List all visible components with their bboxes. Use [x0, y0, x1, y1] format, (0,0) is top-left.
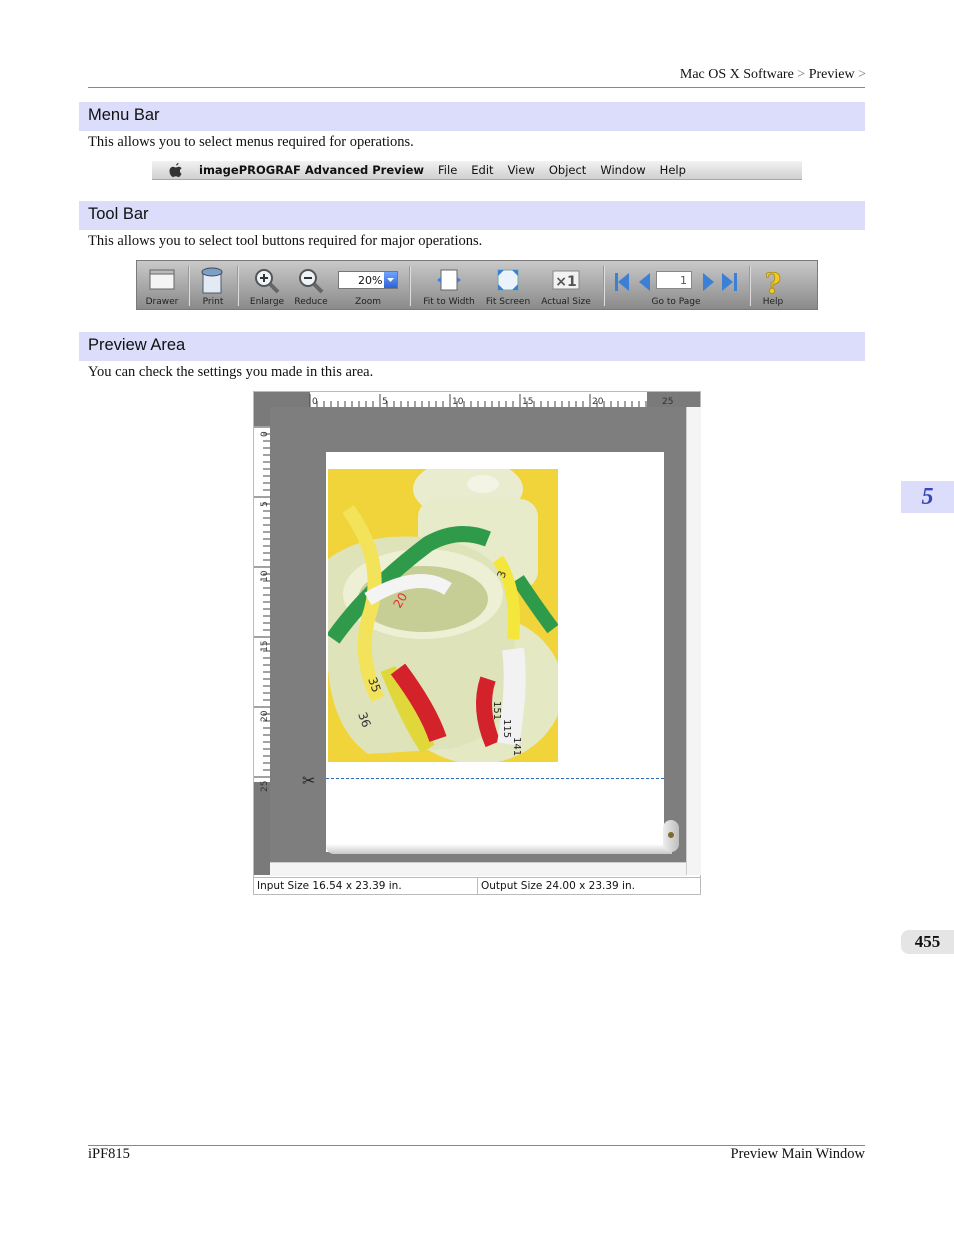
- section-description: This allows you to select tool buttons r…: [88, 233, 483, 249]
- breadcrumb-item: Preview: [808, 67, 855, 82]
- section-description: This allows you to select menus required…: [88, 134, 414, 150]
- fit-screen-button[interactable]: Fit Screen: [481, 261, 535, 309]
- reduce-label: Reduce: [294, 297, 328, 307]
- print-button[interactable]: Print: [193, 261, 233, 309]
- reduce-button[interactable]: Reduce: [289, 261, 333, 309]
- ruler-label: 0: [260, 431, 270, 437]
- ruler-ticks-h: 0 5 10 15 20 25: [309, 394, 673, 407]
- zoom-out-icon: [299, 269, 324, 294]
- fit-screen-icon: [497, 269, 519, 291]
- ruler-label: 25: [662, 397, 673, 407]
- menu-object[interactable]: Object: [549, 163, 586, 177]
- zoom-in-icon: [255, 269, 280, 294]
- ruler-label: 10: [260, 570, 270, 582]
- section-heading-menu-bar: Menu Bar: [79, 102, 865, 131]
- breadcrumb: Mac OS X Software > Preview >: [680, 67, 866, 83]
- enlarge-label: Enlarge: [249, 297, 285, 307]
- ruler-label: 20: [592, 397, 604, 407]
- tape-number: 141: [511, 737, 522, 756]
- menu-bar: imagePROGRAF Advanced Preview File Edit …: [152, 161, 802, 180]
- preview-window: 0 5 10 15 20 25 0 5 10 15 20 25 ✂ 20 35 …: [253, 391, 701, 895]
- actual-size-glyph: ×1: [555, 274, 576, 290]
- horizontal-ruler: 0 5 10 15 20 25: [254, 392, 700, 407]
- status-bar: Input Size 16.54 x 23.39 in. Output Size…: [254, 877, 700, 895]
- print-icon: [201, 267, 223, 294]
- paper-curl: [326, 844, 672, 854]
- tape-number: 115: [501, 719, 512, 738]
- paper-roll-icon: [663, 820, 679, 852]
- zoom-label: Zoom: [355, 297, 381, 307]
- zoom-group: Zoom: [343, 261, 393, 309]
- section-title: Tool Bar: [88, 205, 149, 223]
- cut-line: [326, 778, 664, 779]
- print-label: Print: [202, 297, 224, 307]
- menu-edit[interactable]: Edit: [471, 163, 493, 177]
- toolbar-separator: [409, 266, 410, 306]
- toolbar-separator: [188, 266, 189, 306]
- help-button[interactable]: ? Help: [753, 261, 793, 309]
- fit-to-width-label: Fit to Width: [423, 297, 475, 307]
- scissors-icon: ✂: [302, 771, 316, 790]
- footer-model: iPF815: [88, 1146, 130, 1162]
- vertical-ruler: 0 5 10 15 20 25: [254, 407, 270, 875]
- actual-size-label: Actual Size: [541, 297, 591, 307]
- status-input-size: Input Size 16.54 x 23.39 in.: [257, 880, 402, 892]
- svg-text:?: ?: [765, 267, 781, 297]
- page-number-tab: 455: [901, 930, 954, 954]
- horizontal-scrollbar[interactable]: [270, 862, 686, 876]
- drawer-button[interactable]: Drawer: [141, 261, 183, 309]
- chapter-tab: 5: [901, 481, 954, 513]
- go-to-page-label: Go to Page: [651, 297, 701, 307]
- ruler-label: 5: [382, 397, 388, 407]
- tape-number: 151: [491, 701, 502, 720]
- preview-canvas[interactable]: ✂ 20 35 36 3 151 115 141: [270, 407, 686, 862]
- ruler-label: 20: [260, 710, 270, 722]
- status-output-size: Output Size 24.00 x 23.39 in.: [481, 880, 635, 892]
- ruler-ticks-v: 0 5 10 15 20 25: [254, 426, 270, 792]
- help-icon: ?: [764, 267, 781, 297]
- section-title: Preview Area: [88, 336, 186, 354]
- vertical-scrollbar[interactable]: [686, 407, 701, 875]
- preview-image[interactable]: 20 35 36 3 151 115 141: [328, 469, 558, 762]
- ruler-label: 10: [452, 397, 464, 407]
- footer-title: Preview Main Window: [730, 1146, 865, 1162]
- go-to-page-group: Go to Page: [643, 261, 709, 309]
- fit-screen-label: Fit Screen: [485, 297, 531, 307]
- section-description: You can check the settings you made in t…: [88, 364, 374, 380]
- menu-view[interactable]: View: [508, 163, 535, 177]
- drawer-label: Drawer: [145, 297, 179, 307]
- section-heading-preview-area: Preview Area: [79, 332, 865, 361]
- toolbar-separator: [603, 266, 604, 306]
- menu-window[interactable]: Window: [600, 163, 645, 177]
- header-rule: [88, 87, 865, 88]
- actual-size-button[interactable]: ×1 Actual Size: [537, 261, 595, 309]
- section-heading-tool-bar: Tool Bar: [79, 201, 865, 230]
- ruler-label: 15: [522, 397, 533, 407]
- ruler-label: 25: [260, 781, 270, 792]
- help-label: Help: [762, 297, 784, 307]
- breadcrumb-item: Mac OS X Software: [679, 67, 794, 82]
- ruler-label: 15: [260, 641, 270, 652]
- enlarge-button[interactable]: Enlarge: [245, 261, 289, 309]
- menu-app-name[interactable]: imagePROGRAF Advanced Preview: [199, 163, 424, 177]
- drawer-icon: [149, 269, 175, 290]
- tool-bar: Drawer Print Enlarge Reduce 20% Zoom Fit…: [136, 260, 818, 310]
- toolbar-separator: [749, 266, 750, 306]
- menu-help[interactable]: Help: [660, 163, 686, 177]
- section-title: Menu Bar: [88, 106, 160, 124]
- actual-size-icon: ×1: [552, 270, 580, 290]
- toolbar-separator: [237, 266, 238, 306]
- menu-file[interactable]: File: [438, 163, 457, 177]
- apple-icon[interactable]: [169, 162, 183, 178]
- fit-to-width-icon: [437, 269, 461, 291]
- breadcrumb-separator: >: [797, 67, 806, 82]
- ruler-label: 5: [260, 501, 270, 507]
- breadcrumb-separator: >: [858, 67, 866, 82]
- fit-to-width-button[interactable]: Fit to Width: [419, 261, 479, 309]
- ruler-label: 0: [312, 397, 318, 407]
